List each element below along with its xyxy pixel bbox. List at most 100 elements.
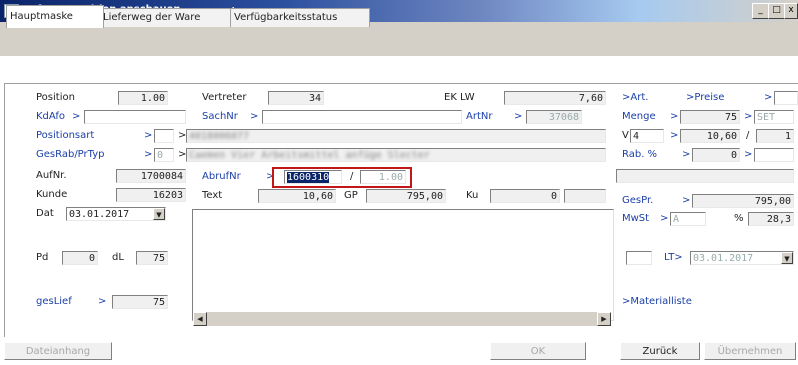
gp-label: GP	[344, 190, 358, 201]
menge-unit-field[interactable]: SET	[754, 110, 794, 124]
gesrab-label[interactable]: GesRab/PrTyp	[36, 149, 104, 160]
horizontal-scrollbar[interactable]: ◀ ▶	[193, 312, 611, 326]
preise-arrow[interactable]: >	[764, 92, 772, 103]
dat-value: 03.01.2017	[69, 209, 130, 220]
rab-arrow[interactable]: >	[682, 149, 690, 160]
geslief-field[interactable]: 75	[112, 295, 168, 309]
eklw-label: EK LW	[444, 92, 475, 103]
dl-label: dL	[112, 252, 124, 263]
eklw-field[interactable]: 7,60	[504, 91, 606, 105]
menge-arrow[interactable]: >	[670, 111, 678, 122]
art-link[interactable]: >Art.	[622, 92, 648, 103]
positionsart-field[interactable]	[154, 129, 174, 143]
mwst-label[interactable]: MwSt	[622, 213, 649, 224]
positionsart-label[interactable]: Positionsart	[36, 130, 94, 141]
uebernehmen-button[interactable]: Übernehmen	[704, 342, 796, 360]
materialliste-link[interactable]: >Materialliste	[622, 296, 692, 307]
ok-button[interactable]: OK	[490, 342, 586, 360]
mwst-arrow[interactable]: >	[660, 213, 668, 224]
positionsart-arrow[interactable]: >	[144, 130, 152, 141]
rab-arrow-2[interactable]: >	[744, 149, 752, 160]
tab-verfuegbarkeit[interactable]: Verfügbarkeitsstatus	[230, 8, 370, 27]
scroll-right-icon[interactable]: ▶	[597, 312, 611, 326]
dat-dropdown-icon[interactable]: ▼	[153, 208, 165, 220]
scroll-left-icon[interactable]: ◀	[193, 312, 207, 326]
position-field[interactable]: 1.00	[118, 91, 168, 105]
menge-unit-arrow[interactable]: >	[744, 111, 752, 122]
aufnr-field[interactable]: 1700084	[116, 169, 186, 183]
rab-field[interactable]: 0	[692, 148, 740, 162]
positionsart-description: 4018006077	[186, 129, 606, 143]
tab-strip	[0, 56, 798, 84]
ku-extra-field[interactable]	[564, 189, 606, 203]
abrufnr-label[interactable]: AbrufNr	[202, 171, 241, 182]
lt-value: 03.01.2017	[693, 253, 754, 264]
geslief-arrow[interactable]: >	[98, 296, 106, 307]
v-slash: /	[746, 130, 750, 141]
lt-prefix-field[interactable]	[626, 251, 652, 265]
tab-lieferweg[interactable]: Lieferweg der Ware	[99, 8, 235, 27]
v-label: V	[622, 130, 629, 141]
positionsart-desc-text: 4018006077	[189, 131, 250, 142]
sachnr-field[interactable]	[262, 110, 462, 124]
gesrab-arrow[interactable]: >	[144, 149, 152, 160]
mwst-percent-label: %	[734, 213, 744, 224]
maximize-button[interactable]: □	[768, 3, 785, 19]
pd-label: Pd	[36, 252, 49, 263]
sachnr-label[interactable]: SachNr	[202, 111, 238, 122]
ku-field[interactable]: 0	[490, 189, 560, 203]
gp-field[interactable]: 795,00	[366, 189, 446, 203]
kdafo-field[interactable]	[84, 110, 186, 124]
gesrab-desc-text: Caemen Vier Arbeitsmittel anfüge Slecter	[189, 150, 430, 161]
geslief-label[interactable]: gesLief	[36, 296, 72, 307]
v-price-field[interactable]: 10,60	[680, 129, 740, 143]
gespr-arrow[interactable]: >	[682, 195, 690, 206]
text-area[interactable]	[192, 209, 614, 321]
lt-label[interactable]: LT>	[664, 252, 683, 263]
sachnr-arrow[interactable]: >	[250, 111, 258, 122]
text-field[interactable]: 10,60	[258, 189, 336, 203]
gesrab-description: Caemen Vier Arbeitsmittel anfüge Slecter	[186, 148, 606, 162]
mwst-percent-field[interactable]: 28,3	[748, 212, 794, 226]
position-label: Position	[36, 92, 75, 103]
ku-label: Ku	[466, 190, 479, 201]
v-arrow[interactable]: >	[670, 130, 678, 141]
info-field	[616, 169, 794, 183]
gespr-label[interactable]: GesPr.	[622, 195, 653, 206]
kdafo-arrow[interactable]: >	[72, 111, 80, 122]
mwst-field[interactable]: A	[670, 212, 706, 226]
kdafo-label[interactable]: KdAfo	[36, 111, 65, 122]
vertreter-label: Vertreter	[202, 92, 247, 103]
tab-hauptmaske[interactable]: Hauptmaske	[6, 5, 104, 28]
menge-field[interactable]: 75	[680, 110, 740, 124]
artnr-label[interactable]: ArtNr	[466, 111, 492, 122]
minimize-button[interactable]: _	[752, 3, 769, 19]
dat-combo[interactable]: 03.01.2017	[66, 207, 166, 221]
toolbar	[0, 22, 798, 57]
pd-field[interactable]: 0	[62, 251, 98, 265]
highlight-frame	[272, 167, 412, 188]
menge-label[interactable]: Menge	[622, 111, 656, 122]
preise-field[interactable]	[774, 91, 798, 105]
gespr-field[interactable]: 795,00	[692, 194, 794, 208]
text-label: Text	[202, 190, 223, 201]
v-field[interactable]: 4	[630, 129, 664, 143]
lt-dropdown-icon[interactable]: ▼	[781, 252, 793, 264]
close-button[interactable]: x	[784, 3, 798, 19]
artnr-field[interactable]: 37068	[526, 110, 582, 124]
kunde-field[interactable]: 16203	[116, 188, 186, 202]
dl-field[interactable]: 75	[136, 251, 168, 265]
rab-extra-field[interactable]	[754, 148, 794, 162]
rab-label[interactable]: Rab. %	[622, 149, 657, 160]
v-unit-field[interactable]: 1	[756, 129, 794, 143]
artnr-arrow[interactable]: >	[514, 111, 522, 122]
aufnr-label: AufNr.	[36, 170, 67, 181]
lt-combo[interactable]: 03.01.2017	[690, 251, 794, 265]
zurueck-button[interactable]: Zurück	[620, 342, 700, 360]
gesrab-field[interactable]: 0	[154, 148, 174, 162]
preise-link[interactable]: >Preise	[686, 92, 724, 103]
dateianhang-button[interactable]: Dateianhang	[4, 342, 112, 360]
kunde-label: Kunde	[36, 189, 68, 200]
dat-label: Dat	[36, 208, 54, 219]
vertreter-field[interactable]: 34	[268, 91, 324, 105]
